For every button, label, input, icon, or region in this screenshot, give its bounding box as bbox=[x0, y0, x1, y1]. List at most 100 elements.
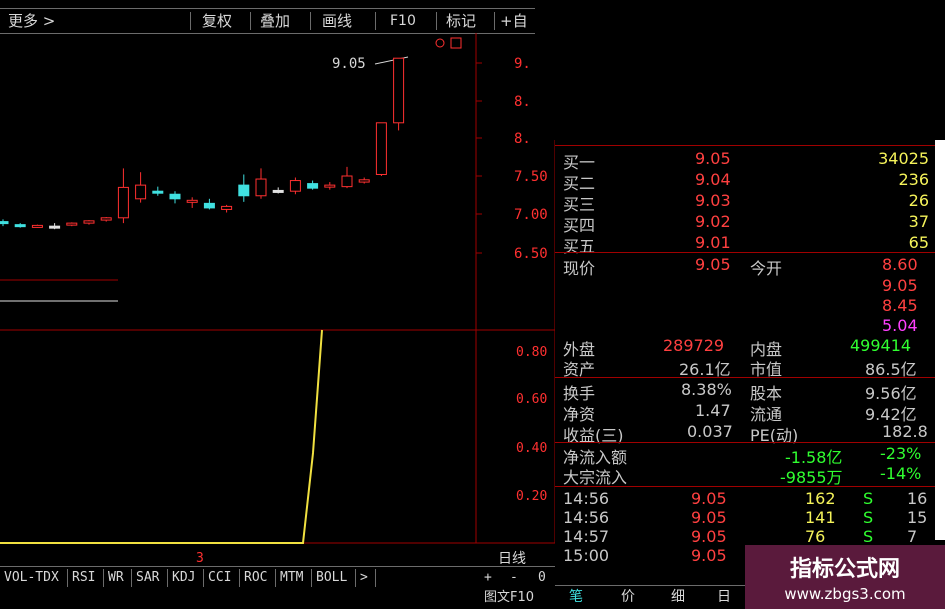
candle-body[interactable] bbox=[152, 190, 164, 194]
candle-body[interactable] bbox=[307, 183, 319, 189]
candle-body[interactable] bbox=[358, 179, 370, 183]
divider bbox=[555, 145, 935, 146]
indicator-line bbox=[0, 329, 323, 544]
candle-body[interactable] bbox=[324, 184, 336, 188]
asset-row: 资产 26.1亿 市值 86.5亿 bbox=[555, 356, 935, 379]
candle-body[interactable] bbox=[169, 193, 181, 200]
bid-row[interactable]: 买一 9.05 34025 bbox=[555, 149, 935, 172]
indicator-tick-label: 0.40 bbox=[516, 441, 547, 456]
candle-body[interactable] bbox=[83, 220, 95, 224]
candle-body[interactable] bbox=[186, 199, 198, 203]
indicator-tick-label: 0.80 bbox=[516, 345, 547, 360]
indicator-tab[interactable]: ROC bbox=[244, 569, 267, 587]
indicator-tab[interactable]: RSI bbox=[72, 569, 95, 587]
bid-row[interactable]: 买五 9.01 65 bbox=[555, 233, 935, 256]
tick-count: 7 bbox=[907, 527, 918, 546]
tick-side: S bbox=[863, 527, 874, 546]
candle-body[interactable] bbox=[238, 184, 250, 197]
bid-price: 9.02 bbox=[695, 212, 731, 231]
candle-body[interactable] bbox=[393, 57, 405, 124]
mark-button[interactable]: 标记 bbox=[446, 11, 476, 31]
candle-body[interactable] bbox=[341, 175, 353, 188]
waipan-value: 289729 bbox=[663, 336, 725, 355]
zoom-in-button[interactable]: + bbox=[484, 569, 492, 587]
candle-body[interactable] bbox=[375, 122, 387, 175]
candle-body[interactable] bbox=[14, 224, 26, 228]
bid-row[interactable]: 买三 9.03 26 bbox=[555, 191, 935, 214]
indicator-ticks: 0.80 0.60 0.40 0.20 bbox=[516, 345, 547, 504]
divider bbox=[555, 252, 935, 253]
price-tick-label: 9. bbox=[514, 56, 531, 72]
price-tick-label: 7.00 bbox=[514, 207, 548, 223]
tick-side: S bbox=[863, 508, 874, 527]
add-watchlist-button[interactable]: +自 bbox=[500, 11, 528, 31]
indicator-tab[interactable]: SAR bbox=[136, 569, 159, 587]
bid-volume: 26 bbox=[908, 191, 929, 210]
indicator-tab[interactable]: > bbox=[360, 569, 368, 587]
candle-body[interactable] bbox=[100, 217, 112, 221]
separator bbox=[375, 12, 376, 30]
candle-body[interactable] bbox=[135, 184, 147, 200]
quote-panel: 买一 9.05 34025 买二 9.04 236 买三 9.03 26 买四 9.02 37 买五 9.… bbox=[555, 140, 935, 580]
tick-row: 14:56 9.05 141 S 15 bbox=[555, 508, 935, 528]
separator bbox=[355, 569, 356, 587]
neipan-value: 499414 bbox=[850, 336, 912, 355]
price-chart[interactable]: 9.05 9. 8. 8. 7.50 7.00 6.50 0.80 0.60 0.40 0.20… bbox=[0, 33, 555, 578]
tab-xi[interactable]: 细 bbox=[671, 588, 685, 606]
bid-row[interactable]: 买二 9.04 236 bbox=[555, 170, 935, 193]
zoom-out-button[interactable]: - bbox=[510, 569, 518, 587]
candle-body[interactable] bbox=[203, 202, 215, 209]
fuquan-button[interactable]: 复权 bbox=[202, 11, 232, 31]
shouyi-value: 0.037 bbox=[687, 422, 733, 441]
tuwen-f10-button[interactable]: 图文F10 bbox=[484, 589, 534, 607]
current-price-row: 现价 9.05 今开 8.60 bbox=[555, 255, 935, 278]
eps-row: 收益(三) 0.037 PE(动) 182.8 bbox=[555, 422, 935, 445]
bid-volume: 236 bbox=[898, 170, 929, 189]
jinkai-value: 8.60 bbox=[882, 255, 918, 274]
block-inflow-row: 大宗流入 -9855万 -14% bbox=[555, 464, 935, 487]
separator bbox=[250, 12, 251, 30]
tab-jia[interactable]: 价 bbox=[621, 588, 635, 606]
draw-line-button[interactable]: 画线 bbox=[322, 11, 352, 31]
bid-row[interactable]: 买四 9.02 37 bbox=[555, 212, 935, 235]
separator bbox=[103, 569, 104, 587]
indicator-tab[interactable]: WR bbox=[108, 569, 124, 587]
separator bbox=[494, 12, 495, 30]
candle-body[interactable] bbox=[49, 225, 61, 229]
indicator-tab[interactable]: BOLL bbox=[316, 569, 347, 587]
bid-price: 9.03 bbox=[695, 191, 731, 210]
tick-row: 14:56 9.05 162 S 16 bbox=[555, 489, 935, 509]
tab-bi[interactable]: 笔 bbox=[569, 588, 583, 606]
indicator-tab[interactable]: VOL-TDX bbox=[4, 569, 59, 587]
zoom-reset-button[interactable]: 0 bbox=[538, 569, 546, 587]
candle-body[interactable] bbox=[221, 205, 233, 210]
separator bbox=[190, 12, 191, 30]
tick-volume: 76 bbox=[805, 527, 826, 546]
candle-body[interactable] bbox=[272, 189, 284, 193]
more-menu[interactable]: 更多 > bbox=[8, 11, 55, 31]
indicator-tab[interactable]: MTM bbox=[280, 569, 303, 587]
candle-body[interactable] bbox=[66, 222, 78, 226]
indicator-tab[interactable]: CCI bbox=[208, 569, 231, 587]
netasset-row: 净资 1.47 流通 9.42亿 bbox=[555, 401, 935, 424]
separator bbox=[239, 569, 240, 587]
indicator-tab[interactable]: KDJ bbox=[172, 569, 195, 587]
candle-body[interactable] bbox=[31, 224, 43, 228]
candle-body[interactable] bbox=[0, 221, 9, 225]
marker-circle-icon[interactable] bbox=[435, 38, 445, 48]
candle-body[interactable] bbox=[289, 180, 301, 192]
mag-value: 5.04 bbox=[882, 316, 918, 335]
marker-square-icon[interactable] bbox=[450, 37, 462, 49]
price-tick-label: 6.50 bbox=[514, 246, 548, 262]
tab-ri[interactable]: 日 bbox=[717, 588, 731, 606]
candle-body[interactable] bbox=[255, 178, 267, 197]
tick-volume: 141 bbox=[805, 508, 836, 527]
price-tick-label: 7.50 bbox=[514, 169, 548, 185]
chart-toolbar: 更多 > 复权 叠加 画线 F10 标记 +自 bbox=[0, 8, 535, 34]
period-label[interactable]: 日线 bbox=[498, 551, 526, 567]
candle-body[interactable] bbox=[117, 186, 129, 219]
bid-price: 9.01 bbox=[695, 233, 731, 252]
f10-button[interactable]: F10 bbox=[390, 11, 416, 31]
overlay-button[interactable]: 叠加 bbox=[260, 11, 290, 31]
divider bbox=[555, 442, 935, 443]
